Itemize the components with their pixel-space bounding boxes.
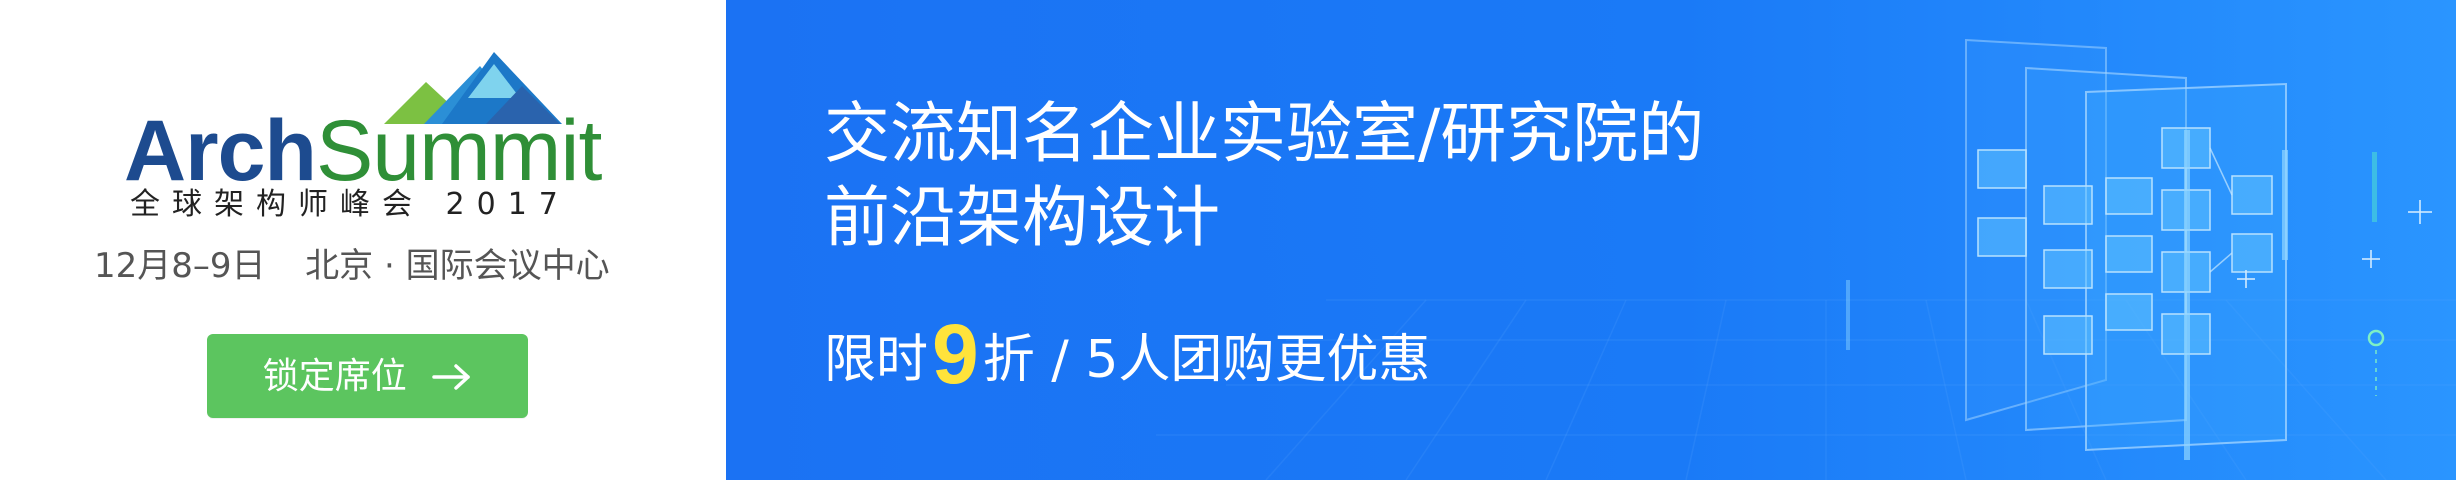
archsummit-logo: ArchSummit 全球架构师峰会 2017 bbox=[124, 52, 644, 222]
promo-suffix: 折 / 5人团购更优惠 bbox=[982, 330, 1431, 390]
logo-wordmark: ArchSummit bbox=[124, 108, 602, 194]
arrow-right-icon bbox=[432, 364, 470, 390]
reserve-seat-label: 锁定席位 bbox=[262, 356, 407, 397]
logo-subtitle: 全球架构师峰会 2017 bbox=[130, 187, 570, 222]
event-location: 北京 · 国际会议中心 bbox=[305, 246, 610, 286]
reserve-seat-button[interactable]: 锁定席位 bbox=[207, 334, 528, 418]
event-date: 12月8–9日 bbox=[94, 246, 266, 286]
brand-panel: ArchSummit 全球架构师峰会 2017 12月8–9日 北京 · 国际会… bbox=[0, 0, 726, 480]
architecture-illustration bbox=[1846, 38, 2432, 460]
promo-prefix: 限时 bbox=[824, 330, 929, 390]
headline: 交流知名企业实验室/研究院的 前沿架构设计 bbox=[824, 92, 1884, 260]
headline-line-2: 前沿架构设计 bbox=[824, 179, 1220, 256]
logo-summit-text: Summit bbox=[315, 103, 602, 199]
promo-discount-number: 9 bbox=[932, 307, 979, 401]
event-info: 12月8–9日 北京 · 国际会议中心 bbox=[94, 244, 654, 288]
discount-promo: 限时9折 / 5人团购更优惠 bbox=[824, 312, 1431, 400]
headline-line-1: 交流知名企业实验室/研究院的 bbox=[824, 95, 1705, 172]
ad-banner[interactable]: ArchSummit 全球架构师峰会 2017 12月8–9日 北京 · 国际会… bbox=[0, 0, 2456, 480]
logo-arch-text: Arch bbox=[124, 103, 317, 199]
promo-panel: 交流知名企业实验室/研究院的 前沿架构设计 限时9折 / 5人团购更优惠 bbox=[726, 0, 2456, 480]
